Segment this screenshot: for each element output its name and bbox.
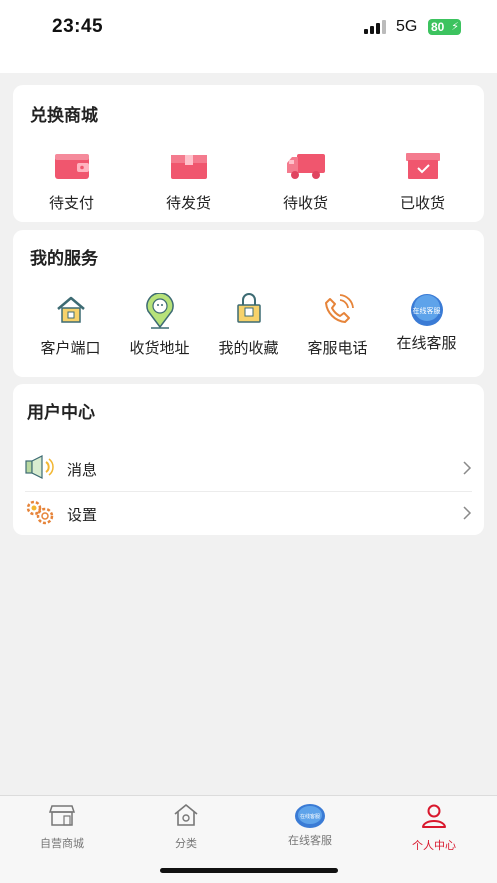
my-services-card: 我的服务 客户端口 收货地址 我的收藏 客服电话 在线客服 在线客服 <box>13 230 484 377</box>
speaker-icon <box>25 454 55 484</box>
house-icon <box>54 293 88 332</box>
service-label: 客户端口 <box>40 340 101 357</box>
status-bar: 23:45 5G 80 ⚡ <box>0 0 497 73</box>
service-label: 我的收藏 <box>218 340 279 357</box>
user-center-title: 用户中心 <box>27 403 95 422</box>
status-time: 23:45 <box>52 16 104 37</box>
shop-icon <box>48 804 76 831</box>
messages-label: 消息 <box>67 461 98 479</box>
order-received[interactable]: 已收货 <box>364 151 481 213</box>
home-icon <box>173 804 199 831</box>
tab-label: 在线客服 <box>288 835 332 847</box>
order-pending-shipment[interactable]: 待发货 <box>130 151 247 213</box>
service-client-portal[interactable]: 客户端口 <box>26 293 115 358</box>
tab-category[interactable]: 分类 <box>136 804 236 851</box>
settings-row[interactable]: 设置 <box>25 493 472 535</box>
order-label: 待发货 <box>165 195 211 212</box>
tab-label: 自营商城 <box>40 838 84 850</box>
chat-bubble-icon: 在线客服 <box>407 293 447 327</box>
order-label: 已收货 <box>399 195 445 212</box>
battery-icon: 80 ⚡ <box>428 19 461 35</box>
settings-label: 设置 <box>67 506 98 524</box>
network-type: 5G <box>396 18 418 35</box>
charging-bolt-icon: ⚡ <box>451 21 459 33</box>
exchange-mall-title: 兑换商城 <box>30 106 98 125</box>
online-support-badge: 在线客服 <box>412 308 441 315</box>
service-label: 客服电话 <box>307 340 368 357</box>
order-label: 待支付 <box>48 195 94 212</box>
order-pending-receipt[interactable]: 待收货 <box>247 151 364 213</box>
chat-bubble-icon: 在线客服 <box>295 804 325 828</box>
service-label: 收货地址 <box>129 340 190 357</box>
service-shipping-address[interactable]: 收货地址 <box>115 292 204 358</box>
messages-row[interactable]: 消息 <box>25 448 472 490</box>
tab-self-mall[interactable]: 自营商城 <box>12 804 112 851</box>
bag-icon <box>232 293 266 332</box>
tab-online-support[interactable]: 在线客服 在线客服 <box>260 804 360 848</box>
order-pending-payment[interactable]: 待支付 <box>13 151 130 213</box>
online-support-badge: 在线客服 <box>299 814 320 820</box>
exchange-mall-card: 兑换商城 待支付 待发货 待收货 已收货 <box>13 85 484 222</box>
user-center-card: 用户中心 消息 设置 <box>13 384 484 535</box>
gears-icon <box>25 499 55 530</box>
home-indicator[interactable] <box>160 868 338 873</box>
received-box-icon <box>403 151 443 186</box>
person-icon <box>421 804 447 833</box>
tab-profile[interactable]: 个人中心 <box>384 804 484 853</box>
chevron-right-icon <box>462 460 472 481</box>
tab-label: 个人中心 <box>412 840 456 852</box>
service-online-support[interactable]: 在线客服 在线客服 <box>382 293 471 358</box>
wallet-icon <box>53 151 91 186</box>
divider <box>25 491 472 492</box>
battery-level: 80 <box>431 20 445 34</box>
my-services-title: 我的服务 <box>30 249 98 268</box>
phone-icon <box>321 293 355 332</box>
service-label: 在线客服 <box>396 335 457 352</box>
truck-icon <box>285 151 327 186</box>
order-label: 待收货 <box>282 195 328 212</box>
service-phone[interactable]: 客服电话 <box>293 293 382 358</box>
tab-label: 分类 <box>175 838 197 850</box>
location-pin-icon <box>143 292 177 334</box>
signal-icon <box>364 20 390 34</box>
package-icon <box>169 151 209 186</box>
service-favorites[interactable]: 我的收藏 <box>204 293 293 358</box>
chevron-right-icon <box>462 505 472 526</box>
